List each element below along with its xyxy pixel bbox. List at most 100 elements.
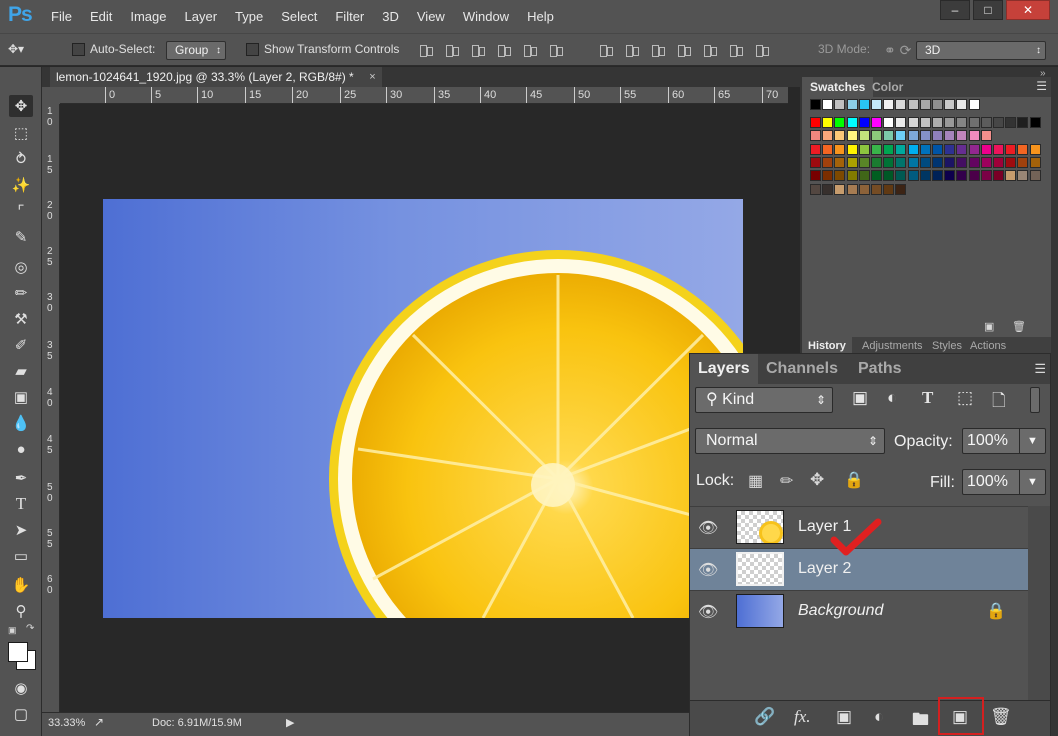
- color-swatch[interactable]: [1017, 170, 1029, 182]
- delete-layer-icon[interactable]: 🗑: [990, 707, 1012, 727]
- color-swatch[interactable]: [822, 130, 834, 142]
- 3d-workspace-dropdown[interactable]: 3D: [916, 41, 1046, 60]
- distribute-right-icon[interactable]: [728, 43, 744, 57]
- color-swatch[interactable]: [907, 117, 919, 128]
- filter-shape-icon[interactable]: ⬚: [957, 388, 973, 408]
- menu-edit[interactable]: Edit: [81, 9, 121, 24]
- color-swatch[interactable]: [907, 170, 919, 182]
- color-swatch[interactable]: [968, 170, 980, 182]
- clone-stamp-icon[interactable]: ⚒: [9, 308, 33, 330]
- color-swatch[interactable]: [993, 117, 1004, 128]
- color-swatch[interactable]: [846, 117, 858, 128]
- color-swatch[interactable]: [944, 99, 956, 110]
- panel-menu-icon[interactable]: ☰: [1036, 79, 1047, 93]
- lock-transparent-icon[interactable]: ▦: [748, 471, 763, 491]
- color-swatch[interactable]: [968, 156, 980, 168]
- shape-tool-icon[interactable]: ▭: [9, 545, 33, 567]
- pen-tool-icon[interactable]: ✒: [9, 467, 33, 489]
- color-swatch[interactable]: [834, 130, 846, 142]
- color-swatch[interactable]: [956, 143, 968, 155]
- color-swatch[interactable]: [919, 156, 931, 168]
- blend-mode-dropdown[interactable]: Normal ⇕: [695, 428, 885, 454]
- align-bottom-icon[interactable]: [470, 43, 486, 57]
- horizontal-ruler[interactable]: 0 5 10 15 20 25 30 35 40 45 50 55 60 65 …: [60, 87, 788, 104]
- color-swatch[interactable]: [907, 130, 919, 142]
- color-swatch[interactable]: [810, 170, 821, 182]
- menu-3d[interactable]: 3D: [373, 9, 408, 24]
- color-swatch[interactable]: [858, 99, 870, 110]
- color-swatch[interactable]: [993, 170, 1004, 182]
- tab-paths[interactable]: Paths: [850, 354, 910, 384]
- menu-file[interactable]: File: [42, 9, 81, 24]
- color-swatch[interactable]: [883, 170, 895, 182]
- menu-select[interactable]: Select: [272, 9, 326, 24]
- color-swatch[interactable]: [944, 117, 956, 128]
- fill-input[interactable]: 100% ▼: [962, 469, 1046, 495]
- color-swatch[interactable]: [858, 183, 870, 195]
- filter-adjustment-icon[interactable]: ◐: [887, 388, 897, 408]
- lock-position-icon[interactable]: ✥: [810, 470, 824, 490]
- document-tab[interactable]: lemon-1024641_1920.jpg @ 33.3% (Layer 2,…: [50, 67, 382, 87]
- color-swatch[interactable]: [883, 130, 895, 142]
- color-swatch[interactable]: [907, 156, 919, 168]
- color-swatch[interactable]: [956, 156, 968, 168]
- layer-row[interactable]: 👁 Background 🔒: [690, 590, 1028, 632]
- auto-select-dropdown[interactable]: Group: [166, 41, 226, 60]
- color-swatch[interactable]: [944, 170, 956, 182]
- color-swatch[interactable]: [822, 99, 834, 110]
- color-swatch[interactable]: [810, 143, 821, 155]
- layer-style-icon[interactable]: fx.: [794, 707, 811, 727]
- history-brush-icon[interactable]: ✐: [9, 334, 33, 356]
- eyedropper-icon[interactable]: ✎: [9, 226, 33, 248]
- color-swatch[interactable]: [993, 156, 1004, 168]
- tab-color[interactable]: Color: [864, 77, 911, 97]
- color-swatch[interactable]: [810, 183, 821, 195]
- color-swatch[interactable]: [895, 156, 907, 168]
- move-tool-preset[interactable]: ✥▾: [8, 42, 24, 56]
- foreground-color-swatch[interactable]: [8, 642, 28, 662]
- color-swatch[interactable]: [895, 117, 907, 128]
- blur-tool-icon[interactable]: 💧: [9, 412, 33, 434]
- color-swatch[interactable]: [968, 130, 980, 142]
- auto-select-checkbox[interactable]: [72, 42, 85, 56]
- color-swatch[interactable]: [956, 130, 968, 142]
- color-swatch[interactable]: [846, 130, 858, 142]
- color-swatch[interactable]: [980, 130, 992, 142]
- menu-image[interactable]: Image: [121, 9, 175, 24]
- filter-smart-object-icon[interactable]: 🗋: [992, 388, 1006, 417]
- align-hcenter-icon[interactable]: [522, 43, 538, 57]
- color-swatch[interactable]: [919, 117, 931, 128]
- status-menu-arrow-icon[interactable]: ▶: [286, 716, 294, 729]
- color-swatch[interactable]: [822, 170, 834, 182]
- brush-tool-icon[interactable]: ✏: [9, 282, 33, 304]
- add-mask-icon[interactable]: ▣: [836, 707, 852, 727]
- quick-mask-icon[interactable]: ◉: [9, 677, 33, 699]
- color-swatch[interactable]: [895, 130, 907, 142]
- color-swatch[interactable]: [846, 156, 858, 168]
- distribute-hcenter-icon[interactable]: [702, 43, 718, 57]
- color-swatch[interactable]: [1017, 156, 1029, 168]
- color-swatch[interactable]: [822, 156, 834, 168]
- color-swatch[interactable]: [846, 99, 858, 110]
- color-swatch[interactable]: [871, 143, 882, 155]
- swap-colors-icon[interactable]: ↷: [26, 623, 34, 634]
- color-swatch[interactable]: [883, 99, 895, 110]
- color-swatch[interactable]: [871, 99, 882, 110]
- color-swatch[interactable]: [810, 130, 821, 142]
- color-swatch[interactable]: [1029, 156, 1041, 168]
- new-swatch-icon[interactable]: ▣: [984, 320, 994, 333]
- layers-panel-menu-icon[interactable]: ☰: [1034, 361, 1046, 377]
- color-swatch[interactable]: [822, 143, 834, 155]
- distribute-top-icon[interactable]: [598, 43, 614, 57]
- color-swatch[interactable]: [834, 183, 846, 195]
- color-swatch[interactable]: [944, 143, 956, 155]
- move-tool-icon[interactable]: ✥: [9, 95, 33, 117]
- color-swatch[interactable]: [810, 99, 821, 110]
- opacity-dropdown-icon[interactable]: ▼: [1019, 429, 1045, 453]
- color-swatch[interactable]: [907, 143, 919, 155]
- color-swatch[interactable]: [834, 170, 846, 182]
- color-swatch[interactable]: [883, 156, 895, 168]
- color-swatch[interactable]: [834, 156, 846, 168]
- color-swatch[interactable]: [858, 117, 870, 128]
- color-swatch[interactable]: [932, 130, 943, 142]
